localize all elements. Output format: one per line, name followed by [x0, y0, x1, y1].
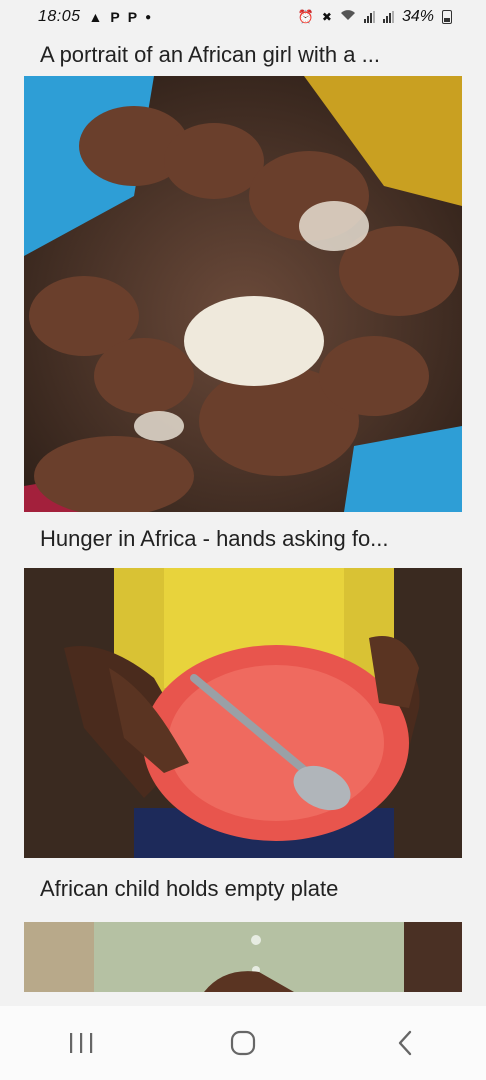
- status-right: ⏰ ✖ 34%: [298, 8, 452, 26]
- navigation-icon: ▲: [88, 9, 103, 25]
- feed-caption[interactable]: African child holds empty plate: [0, 868, 486, 910]
- dot-icon: ●: [145, 11, 152, 23]
- p-app-icon: P: [127, 9, 138, 25]
- image-feed[interactable]: A portrait of an African girl with a ...: [0, 34, 486, 1006]
- alarm-icon: ⏰: [297, 9, 314, 24]
- battery-icon: [442, 10, 452, 24]
- battery-percent: 34%: [401, 8, 434, 25]
- recent-apps-icon[interactable]: [41, 1013, 121, 1073]
- navigation-bar: [0, 1006, 486, 1080]
- status-time: 18:05: [38, 8, 81, 25]
- signal-icon: [382, 11, 394, 23]
- feed-card: African child holds empty plate: [0, 868, 486, 992]
- status-left: 18:05 ▲ P P ●: [38, 8, 151, 26]
- child-holding-red-plate-photo[interactable]: [24, 568, 462, 858]
- p-app-icon: P: [110, 9, 120, 25]
- home-icon[interactable]: [203, 1013, 283, 1073]
- signal-icon: [363, 11, 375, 23]
- feed-caption[interactable]: Hunger in Africa - hands asking fo...: [0, 518, 486, 560]
- status-bar: 18:05 ▲ P P ● ⏰ ✖ 34%: [0, 0, 486, 34]
- hands-with-rice-photo[interactable]: [24, 76, 462, 512]
- feed-card: Hunger in Africa - hands asking fo...: [0, 518, 486, 858]
- mute-icon: ✖: [321, 10, 332, 24]
- child-in-green-shirt-photo[interactable]: [24, 922, 462, 992]
- back-icon[interactable]: [365, 1013, 445, 1073]
- feed-card: A portrait of an African girl with a ...: [0, 34, 486, 512]
- wifi-icon: [340, 8, 356, 26]
- feed-caption[interactable]: A portrait of an African girl with a ...: [0, 34, 486, 76]
